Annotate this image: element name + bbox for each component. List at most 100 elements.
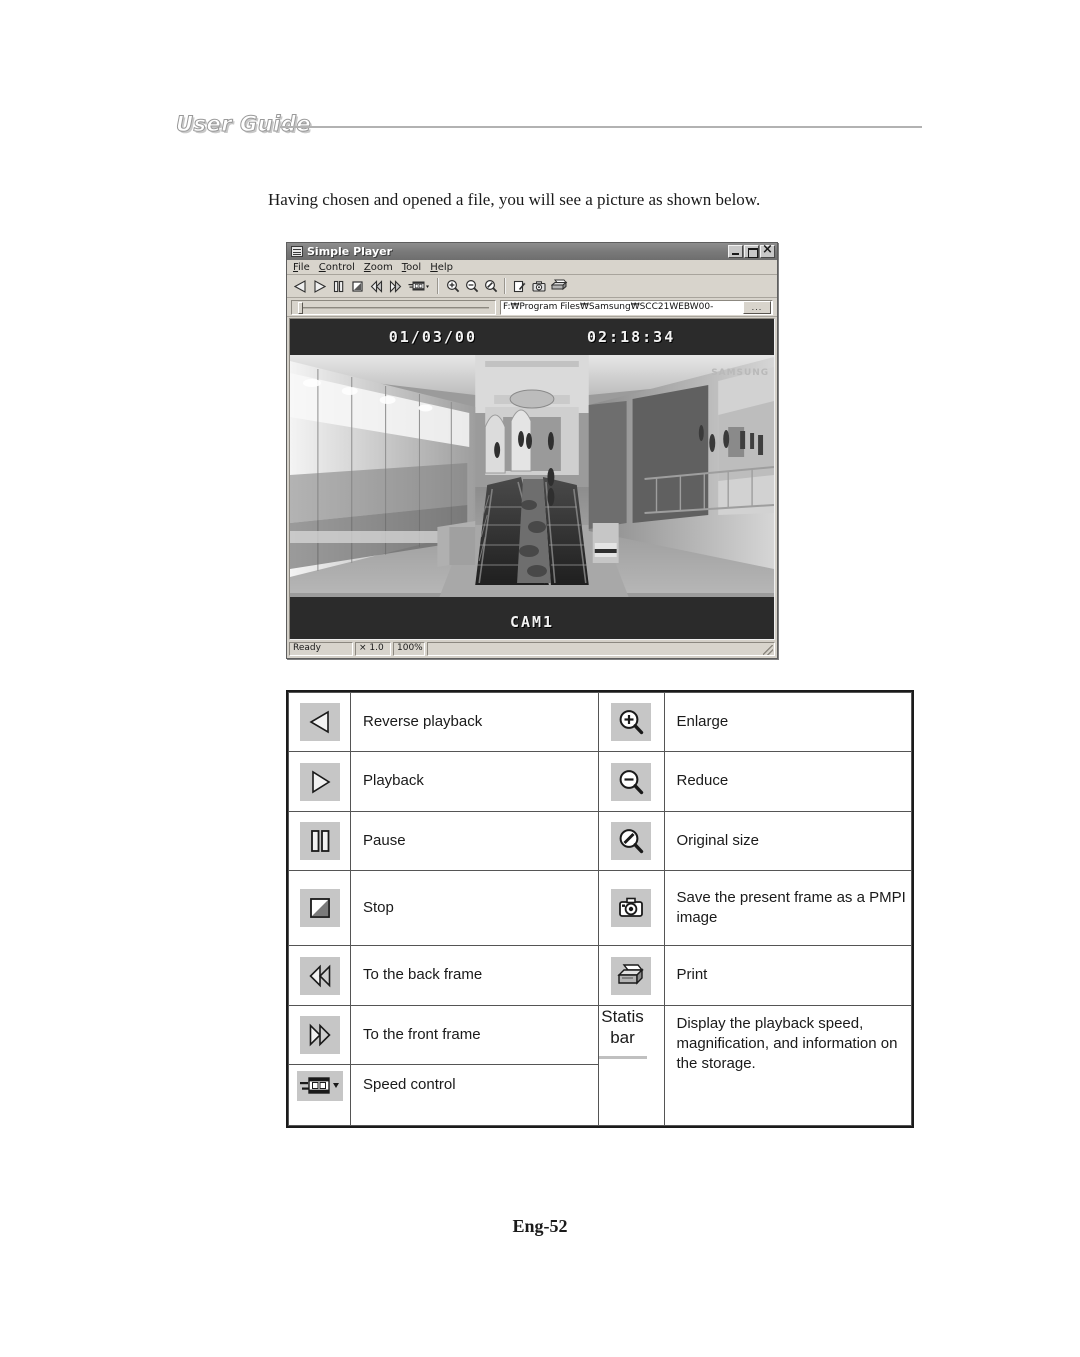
zoom-original-icon[interactable] <box>482 277 499 296</box>
legend-label: Reverse playback <box>363 713 483 731</box>
legend-desc-cell: Save the present frame as a PMPI image <box>663 870 912 947</box>
legend-icon-cell <box>597 870 665 947</box>
video-panel: 01/03/00 02:18:34 SAMSUNG CAM1 <box>289 318 775 640</box>
back-frame-icon[interactable] <box>299 956 340 995</box>
menu-item-zoom[interactable]: Zoom <box>364 262 393 273</box>
legend-desc-cell: Pause <box>350 810 599 872</box>
legend-desc-cell: Original size <box>663 810 912 872</box>
slider-track <box>302 306 489 309</box>
legend-desc-cell: Stop <box>350 870 599 947</box>
legend-desc-cell: Enlarge <box>663 691 912 753</box>
legend-icon-cell <box>288 810 351 872</box>
simple-player-window: Simple Player File Control Zoom Tool Hel… <box>286 242 778 659</box>
close-icon[interactable] <box>760 244 775 258</box>
camera-icon[interactable] <box>611 889 651 928</box>
menu-item-help[interactable]: Help <box>430 262 453 273</box>
front-frame-icon[interactable] <box>387 277 404 296</box>
resize-grip-icon[interactable] <box>763 645 773 655</box>
menu-bar: File Control Zoom Tool Help <box>287 260 777 275</box>
table-row: Playback Reduce <box>288 751 912 812</box>
camera-icon[interactable] <box>530 277 547 296</box>
playback-icon[interactable] <box>299 762 340 801</box>
reverse-playback-icon[interactable] <box>292 277 309 296</box>
legend-icon-cell <box>288 1004 351 1066</box>
maximize-icon[interactable] <box>744 245 759 258</box>
legend-label: Reduce <box>676 772 729 790</box>
pause-icon[interactable] <box>330 277 347 296</box>
legend-icon-cell <box>288 945 351 1006</box>
status-zoom: 100% <box>393 642 425 656</box>
svg-text:SAMSUNG: SAMSUNG <box>711 368 769 378</box>
position-slider[interactable] <box>291 299 496 315</box>
file-path-field[interactable]: F:₩Program Files₩Samsung₩SCC21WEBW00- ..… <box>500 299 773 315</box>
legend-label: Stop <box>363 899 394 917</box>
table-row: Reverse playback Enlarge <box>288 691 912 753</box>
zoom-out-icon[interactable] <box>611 762 651 801</box>
edit-icon[interactable] <box>511 277 528 296</box>
stop-icon[interactable] <box>299 889 340 928</box>
menu-item-tool[interactable]: Tool <box>402 262 421 273</box>
front-frame-icon[interactable] <box>299 1015 340 1054</box>
print-icon[interactable] <box>549 277 569 296</box>
slider-thumb[interactable] <box>298 301 303 314</box>
zoom-out-icon[interactable] <box>463 277 480 296</box>
speed-control-icon[interactable] <box>296 1071 343 1102</box>
legend-label: To the front frame <box>363 1025 481 1043</box>
intro-paragraph: Having chosen and opened a file, you wil… <box>268 190 761 209</box>
playback-icon[interactable] <box>311 277 328 296</box>
zoom-in-icon[interactable] <box>444 277 461 296</box>
window-titlebar: Simple Player <box>287 243 777 260</box>
status-bar: Ready × 1.0 100% <box>289 642 775 656</box>
browse-button[interactable]: ... <box>743 300 771 314</box>
print-icon[interactable] <box>611 956 651 995</box>
legend-desc-cell: Playback <box>350 751 599 812</box>
menu-item-control[interactable]: Control <box>319 262 355 273</box>
legend-icon-cell <box>597 810 665 872</box>
statis-bar-underline <box>598 1056 647 1060</box>
status-state: Ready <box>289 642 353 656</box>
video-osd: 01/03/00 02:18:34 <box>290 319 774 355</box>
zoom-in-icon[interactable] <box>611 703 651 742</box>
speed-control-icon[interactable] <box>406 277 432 296</box>
page-title: User Guide <box>175 112 312 137</box>
legend-label: Original size <box>676 831 760 849</box>
legend-icon-cell <box>288 751 351 812</box>
menu-item-file[interactable]: File <box>293 262 310 273</box>
status-bar-text: Statis bar <box>597 1004 665 1127</box>
legend-desc-cell: Speed control <box>350 1064 599 1126</box>
legend-label: Print <box>676 966 708 984</box>
reverse-playback-icon[interactable] <box>299 703 340 742</box>
legend-desc-cell: To the back frame <box>350 945 599 1006</box>
legend-icon-cell <box>288 691 351 753</box>
status-fill <box>427 642 775 656</box>
legend-desc-cell: To the front frame <box>350 1004 599 1066</box>
legend-desc-cell: Print <box>663 945 912 1006</box>
legend-label: Enlarge <box>676 713 729 731</box>
statis-bar-label: Statis bar <box>601 1006 644 1047</box>
legend-desc-cell: Reduce <box>663 751 912 812</box>
table-row: Stop Save the present frame as a PMPI im… <box>288 870 912 947</box>
playback-control-row: F:₩Program Files₩Samsung₩SCC21WEBW00- ..… <box>287 298 777 317</box>
legend-icon-cell <box>288 870 351 947</box>
legend-label: To the back frame <box>363 966 483 984</box>
osd-time: 02:18:34 <box>587 328 676 346</box>
header-divider <box>280 126 922 128</box>
camera-label: CAM1 <box>509 613 555 631</box>
legend-icon-cell <box>597 691 665 753</box>
stop-icon[interactable] <box>349 277 366 296</box>
page-footer: Eng-52 <box>512 1216 568 1236</box>
back-frame-icon[interactable] <box>368 277 385 296</box>
minimize-icon[interactable] <box>728 245 743 258</box>
toolbar <box>287 275 777 298</box>
legend-label: Speed control <box>363 1076 456 1094</box>
cctv-frame-image: SAMSUNG <box>290 355 774 597</box>
button-legend-table: Reverse playback Enlarge Playback Reduce… <box>286 690 914 1128</box>
file-path-value: F:₩Program Files₩Samsung₩SCC21WEBW00- <box>503 302 714 312</box>
legend-icon-cell <box>597 751 665 812</box>
osd-date: 01/03/00 <box>388 328 477 346</box>
table-row: To the back frame Print <box>288 945 912 1006</box>
legend-label: Display the playback speed, magnificatio… <box>676 1014 898 1073</box>
pause-icon[interactable] <box>299 821 340 860</box>
zoom-original-icon[interactable] <box>611 821 651 860</box>
toolbar-separator <box>437 278 439 294</box>
